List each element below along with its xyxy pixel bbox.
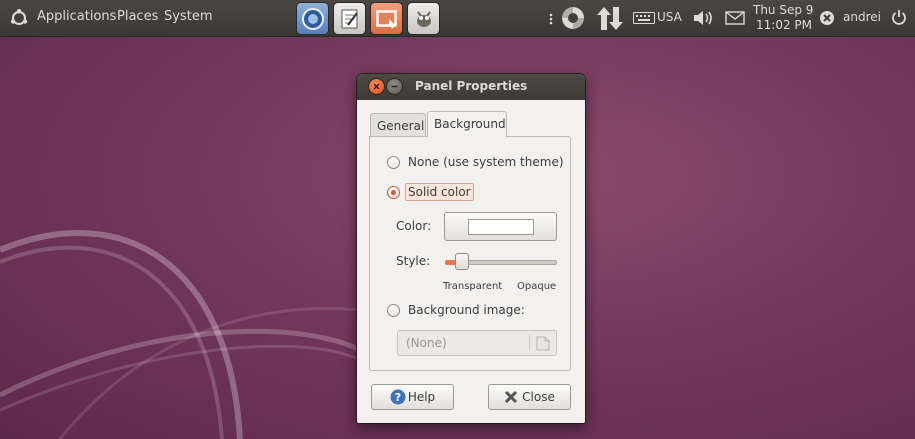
- keyboard-icon[interactable]: [633, 12, 655, 24]
- text-editor-launcher[interactable]: [334, 3, 365, 34]
- menu-places[interactable]: Places: [117, 9, 158, 24]
- gimp-icon: [417, 11, 431, 27]
- keyboard-layout-label[interactable]: USA: [657, 10, 682, 24]
- tab-general[interactable]: General: [370, 113, 426, 137]
- dialog-titlebar[interactable]: Panel Properties: [357, 74, 585, 100]
- tray-handle-icon[interactable]: [547, 12, 555, 26]
- minimize-icon: [391, 85, 398, 88]
- style-slider-handle[interactable]: [454, 253, 469, 270]
- user-status-icon[interactable]: [819, 10, 835, 26]
- none-option-label[interactable]: None (use system theme): [408, 155, 564, 169]
- panel-properties-dialog: Panel Properties General Background None…: [357, 74, 585, 423]
- close-button-label: Close: [522, 390, 555, 404]
- background-image-radio[interactable]: [387, 304, 400, 317]
- clock-time[interactable]: 11:02 PM: [756, 18, 812, 32]
- power-icon[interactable]: [891, 9, 907, 26]
- slider-min-label: Transparent: [443, 281, 503, 292]
- window-close-button[interactable]: [369, 79, 384, 94]
- gimp-launcher[interactable]: [408, 3, 439, 34]
- help-icon: ?: [390, 389, 406, 405]
- help-button[interactable]: ? Help: [371, 384, 454, 410]
- text-editor-icon: [341, 9, 358, 29]
- tab-background[interactable]: Background: [427, 111, 507, 137]
- help-button-label: Help: [407, 390, 436, 404]
- none-radio[interactable]: [387, 156, 400, 169]
- menu-applications[interactable]: Applications: [37, 9, 116, 24]
- file-icon: [536, 336, 550, 351]
- ubuntu-logo-icon[interactable]: [9, 8, 29, 28]
- screenshot-launcher[interactable]: [371, 3, 402, 34]
- web-browser-icon: [302, 8, 324, 30]
- web-browser-launcher[interactable]: [297, 3, 328, 34]
- solid-color-option-label[interactable]: Solid color: [405, 183, 474, 201]
- solid-color-radio[interactable]: [387, 186, 400, 199]
- svg-text:?: ?: [395, 391, 401, 404]
- network-spinner-icon[interactable]: [560, 5, 586, 31]
- volume-icon[interactable]: [692, 9, 714, 27]
- slider-max-label: Opaque: [517, 281, 557, 292]
- screenshot-icon: [376, 10, 397, 29]
- background-image-option-label[interactable]: Background image:: [408, 303, 525, 317]
- color-swatch: [467, 218, 534, 235]
- dialog-title: Panel Properties: [415, 79, 528, 93]
- menu-system[interactable]: System: [164, 9, 212, 24]
- window-minimize-button[interactable]: [387, 79, 402, 94]
- mail-icon[interactable]: [725, 11, 745, 25]
- chooser-separator: [529, 335, 530, 351]
- close-icon: [373, 83, 380, 90]
- color-label: Color:: [396, 219, 432, 233]
- network-transfer-icon[interactable]: [595, 5, 625, 32]
- top-panel: Applications Places System USA Thu Sep 9…: [0, 0, 915, 36]
- style-label: Style:: [396, 254, 431, 268]
- background-image-chooser[interactable]: (None): [397, 330, 557, 356]
- close-x-icon: [505, 390, 518, 404]
- clock-date[interactable]: Thu Sep 9: [753, 3, 813, 17]
- color-picker-button[interactable]: [444, 212, 557, 241]
- background-image-value: (None): [406, 336, 447, 350]
- close-button[interactable]: Close: [488, 384, 571, 410]
- username-label[interactable]: andrei: [843, 10, 881, 24]
